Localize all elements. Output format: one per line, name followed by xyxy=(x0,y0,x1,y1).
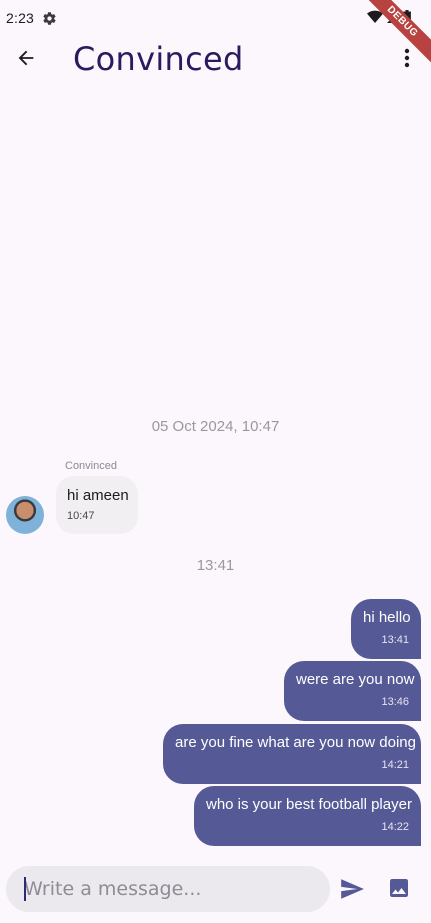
more-options-button[interactable] xyxy=(395,46,419,74)
text-cursor xyxy=(24,877,26,901)
page-title: Convinced xyxy=(73,40,244,78)
outgoing-bubble[interactable]: are you fine what are you now doing 14:2… xyxy=(163,724,421,784)
outgoing-bubble[interactable]: who is your best football player 14:22 xyxy=(194,786,421,846)
outgoing-bubble[interactable]: hi hello 13:41 xyxy=(351,599,421,659)
avatar[interactable] xyxy=(6,496,44,534)
message-time: 13:41 xyxy=(381,634,409,646)
outgoing-bubble[interactable]: were are you now 13:46 xyxy=(284,661,421,721)
message-time: 14:22 xyxy=(381,821,409,833)
status-icons xyxy=(367,10,411,29)
sender-name: Convinced xyxy=(65,460,117,472)
signal-icon xyxy=(387,10,399,29)
status-time: 2:23 xyxy=(6,10,35,26)
message-time: 14:21 xyxy=(381,759,409,771)
time-separator: 13:41 xyxy=(196,557,235,574)
arrow-back-icon xyxy=(15,47,37,74)
incoming-bubble[interactable]: hi ameen 10:47 xyxy=(56,476,138,534)
message-text: hi ameen xyxy=(67,487,129,504)
message-input[interactable] xyxy=(24,878,314,900)
message-time: 13:46 xyxy=(381,696,409,708)
message-text: are you fine what are you now doing xyxy=(175,734,416,751)
settings-icon xyxy=(42,11,57,26)
image-icon xyxy=(387,879,411,904)
attach-image-button[interactable] xyxy=(387,876,411,900)
back-button[interactable] xyxy=(12,46,40,74)
date-separator: 05 Oct 2024, 10:47 xyxy=(151,418,280,435)
wifi-icon xyxy=(367,10,383,29)
send-button[interactable] xyxy=(339,876,365,902)
status-bar: 2:23 xyxy=(0,0,431,36)
battery-icon xyxy=(403,10,411,29)
message-text: hi hello xyxy=(363,609,411,626)
message-text: were are you now xyxy=(296,671,415,688)
send-icon xyxy=(339,879,365,906)
message-composer xyxy=(6,866,330,912)
message-text: who is your best football player xyxy=(206,796,412,813)
more-vert-icon xyxy=(404,48,410,73)
app-bar: Convinced xyxy=(0,36,431,84)
message-time: 10:47 xyxy=(67,510,95,522)
